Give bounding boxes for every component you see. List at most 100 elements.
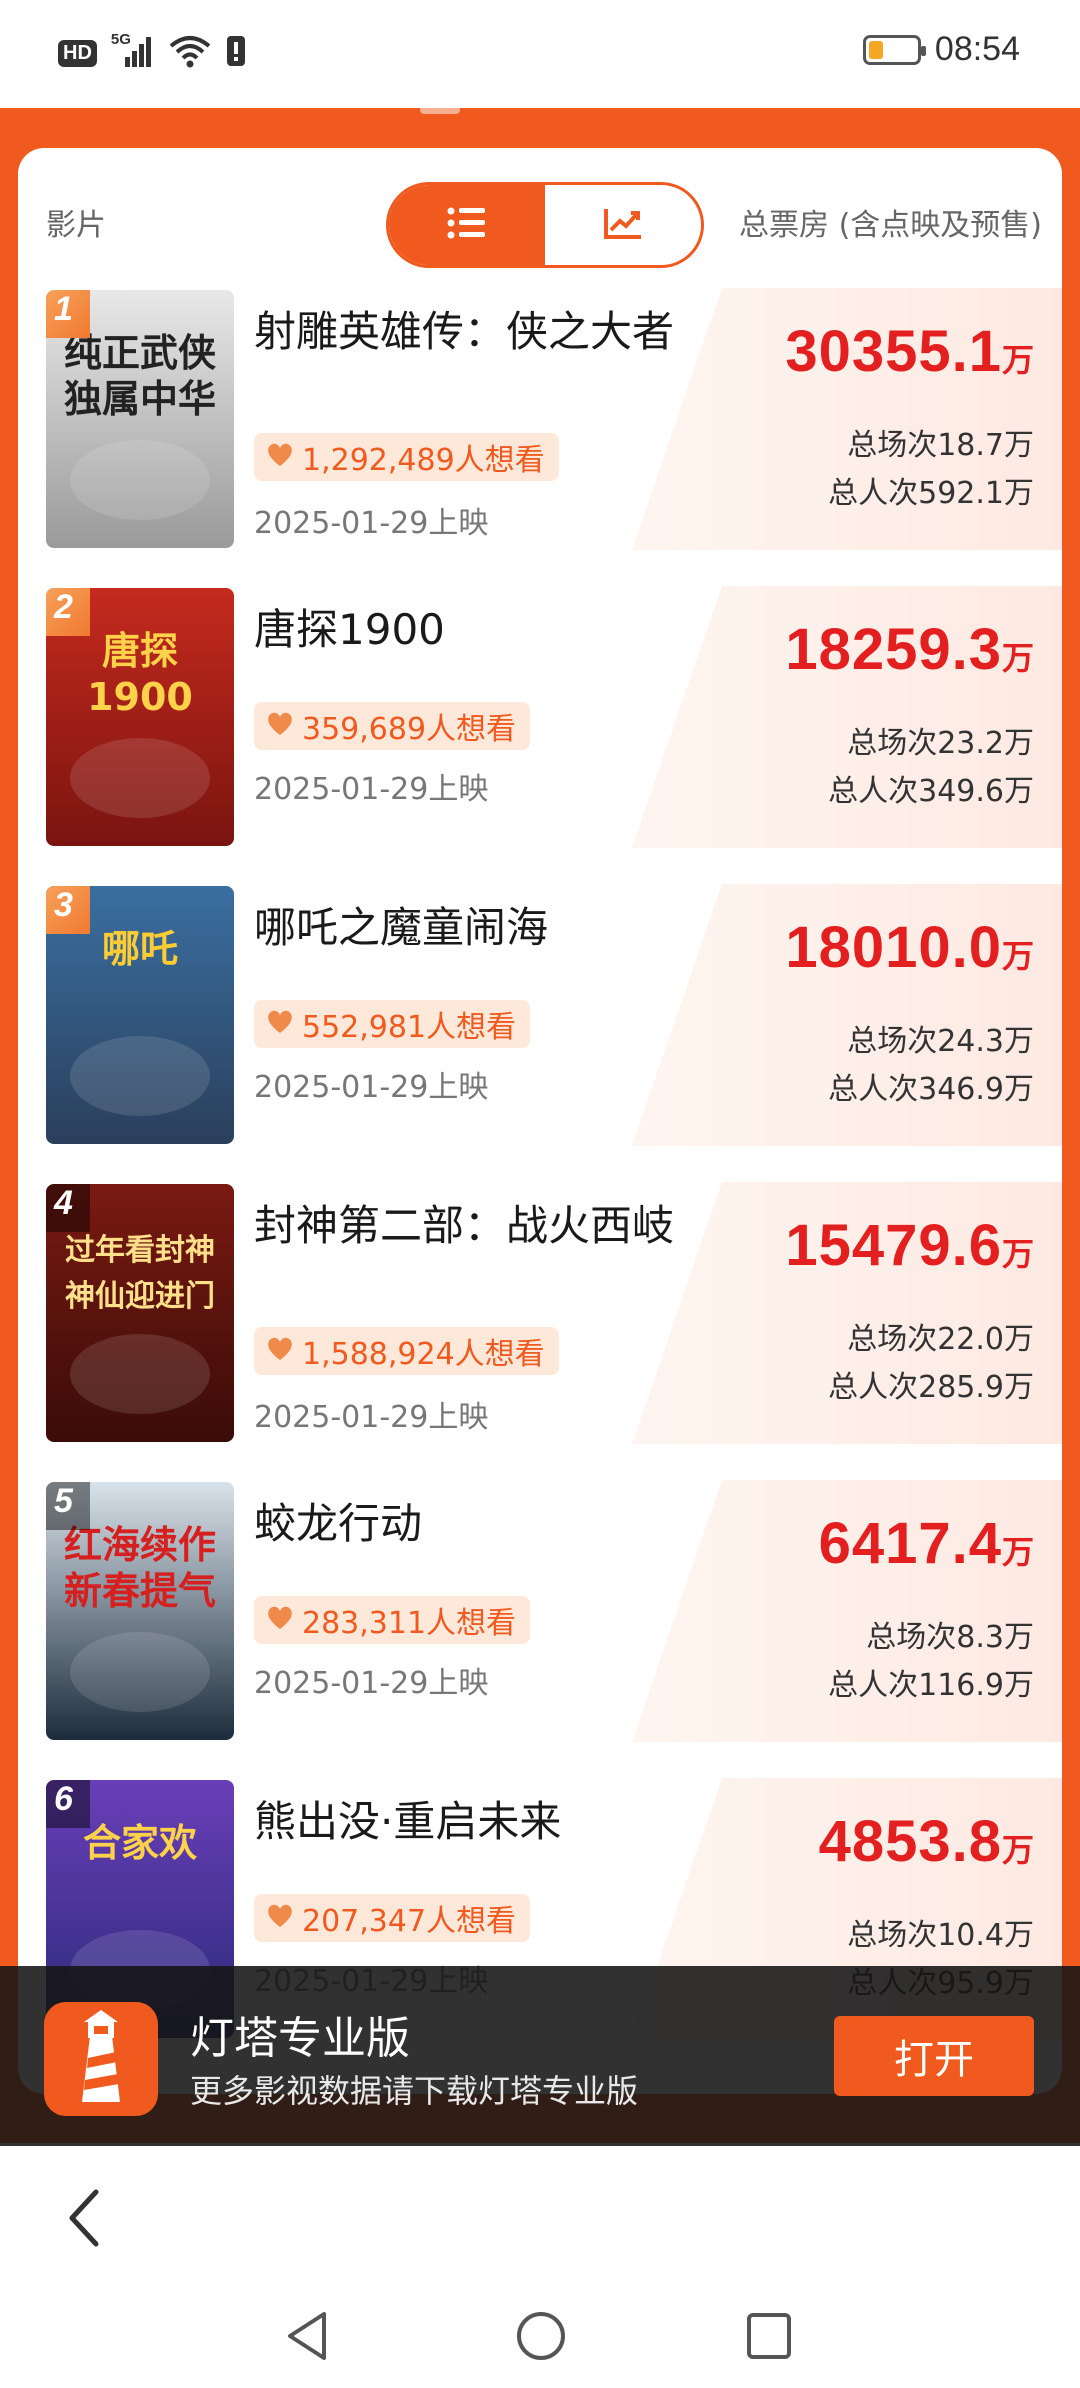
box-office-value: 6417.4: [818, 1511, 1002, 1576]
alert-icon: [225, 34, 247, 72]
banner-title: 灯塔专业版: [190, 2013, 410, 2064]
poster-caption: 1900: [87, 675, 193, 719]
box-office-value: 18259.3: [785, 617, 1002, 682]
box-office-unit: 万: [1001, 1235, 1034, 1273]
movie-poster[interactable]: 纯正武侠 独属中华 1: [46, 290, 234, 548]
status-right: 08:54: [862, 30, 1020, 69]
box-office-value: 15479.6: [785, 1213, 1002, 1278]
poster-caption: 神仙迎进门: [65, 1279, 215, 1314]
battery-level: [868, 40, 883, 59]
box-office-total: 18259.3万: [785, 616, 1034, 683]
movie-title: 唐探1900: [254, 605, 445, 654]
total-viewers: 总人次349.6万: [828, 774, 1034, 809]
box-office-total: 4853.8万: [819, 1808, 1034, 1875]
box-office-value: 18010.0: [785, 915, 1002, 980]
want-to-see-badge: 1,588,924人想看: [254, 1327, 559, 1375]
total-shows: 总场次10.4万: [847, 1918, 1034, 1953]
open-app-button[interactable]: 打开: [834, 2016, 1034, 2096]
total-viewers: 总人次116.9万: [828, 1668, 1034, 1703]
view-toggle[interactable]: [386, 182, 704, 268]
box-office-total: 15479.6万: [785, 1212, 1034, 1279]
want-to-see-count: 1,588,924人想看: [302, 1337, 545, 1372]
hd-icon: HD: [58, 39, 97, 67]
want-to-see-badge: 283,311人想看: [254, 1596, 531, 1644]
total-shows: 总场次18.7万: [847, 428, 1034, 463]
movie-title: 射雕英雄传：侠之大者: [254, 307, 675, 356]
total-shows: 总场次23.2万: [847, 726, 1034, 761]
total-shows: 总场次22.0万: [847, 1322, 1034, 1357]
heart-icon: [266, 1336, 294, 1366]
want-to-see-badge: 359,689人想看: [254, 702, 531, 750]
movie-poster[interactable]: 过年看封神神仙迎进门 4: [46, 1184, 234, 1442]
app-download-banner[interactable]: 灯塔专业版 更多影视数据请下载灯塔专业版 打开: [0, 1966, 1080, 2146]
box-office-value: 30355.1: [785, 319, 1002, 384]
trend-chart-icon: [603, 206, 643, 244]
rank-badge: 3: [46, 886, 90, 934]
film-column-label: 影片: [46, 208, 106, 243]
total-shows: 总场次8.3万: [866, 1620, 1034, 1655]
heart-icon: [266, 1903, 294, 1933]
status-bar: HD 5G 08:54: [0, 0, 1080, 108]
heart-icon: [266, 711, 294, 741]
release-date: 2025-01-29上映: [254, 772, 489, 807]
rank-badge: 1: [46, 290, 90, 338]
rank-badge: 2: [46, 588, 90, 636]
status-icons: HD 5G: [58, 31, 247, 72]
box-office-unit: 万: [1001, 937, 1034, 975]
movie-title: 蛟龙行动: [254, 1499, 423, 1548]
box-office-unit: 万: [1001, 1533, 1034, 1571]
total-viewers: 总人次285.9万: [828, 1370, 1034, 1405]
nav-back-icon[interactable]: [284, 2310, 332, 2366]
release-date: 2025-01-29上映: [254, 1400, 489, 1435]
system-navigation-bar: [0, 2300, 1080, 2388]
box-office-column-label: 总票房 (含点映及预售): [739, 208, 1042, 243]
clock: 08:54: [934, 30, 1020, 68]
want-to-see-badge: 1,292,489人想看: [254, 433, 559, 481]
movie-title: 封神第二部：战火西岐: [254, 1201, 675, 1250]
rank-badge: 6: [46, 1780, 90, 1828]
drag-handle: [420, 108, 460, 114]
back-arrow-icon[interactable]: [64, 2186, 104, 2254]
total-viewers: 总人次592.1万: [828, 476, 1034, 511]
movie-poster[interactable]: 唐探 1900 2: [46, 588, 234, 846]
want-to-see-count: 283,311人想看: [302, 1606, 517, 1641]
bottom-bar: [0, 2146, 1080, 2388]
movie-row[interactable]: 唐探 1900 2 唐探1900 359,689人想看 2025-01-29上映 18259…: [18, 586, 1062, 848]
movie-poster[interactable]: 红海续作 新春提气 5: [46, 1482, 234, 1740]
movie-row[interactable]: 红海续作 新春提气 5 蛟龙行动 283,311人想看 2025-01-29上映 6417.…: [18, 1480, 1062, 1742]
battery-icon: [862, 34, 926, 65]
nav-recents-icon[interactable]: [746, 2310, 792, 2366]
total-shows: 总场次24.3万: [847, 1024, 1034, 1059]
movie-poster[interactable]: 哪吒 3: [46, 886, 234, 1144]
rank-badge: 5: [46, 1482, 90, 1530]
lighthouse-icon: [44, 2002, 158, 2116]
box-office-card: 影片 总票房 (含点映及预售) 纯正武侠 独属中华 1 射雕英雄传：侠之大者 1,292…: [18, 148, 1062, 2094]
poster-caption: 独属中华: [64, 377, 216, 421]
movie-row[interactable]: 纯正武侠 独属中华 1 射雕英雄传：侠之大者 1,292,489人想看 2025-01-2…: [18, 288, 1062, 550]
movie-row[interactable]: 过年看封神神仙迎进门 4 封神第二部：战火西岐 1,588,924人想看 2025-01…: [18, 1182, 1062, 1444]
poster-caption: 合家欢: [83, 1821, 197, 1865]
want-to-see-count: 1,292,489人想看: [302, 443, 545, 478]
rank-badge: 4: [46, 1184, 90, 1232]
heart-icon: [266, 1605, 294, 1635]
box-office-unit: 万: [1001, 341, 1034, 379]
total-viewers: 总人次346.9万: [828, 1072, 1034, 1107]
movie-row[interactable]: 哪吒 3 哪吒之魔童闹海 552,981人想看 2025-01-29上映 18010.0万…: [18, 884, 1062, 1146]
box-office-unit: 万: [1001, 639, 1034, 677]
list-view-button[interactable]: [389, 185, 545, 265]
poster-caption: 唐探: [102, 629, 178, 673]
release-date: 2025-01-29上映: [254, 1666, 489, 1701]
want-to-see-count: 552,981人想看: [302, 1010, 517, 1045]
column-header: 影片 总票房 (含点映及预售): [18, 148, 1062, 288]
movie-title: 熊出没·重启未来: [254, 1797, 562, 1846]
box-office-value: 4853.8: [818, 1809, 1002, 1874]
box-office-total: 6417.4万: [819, 1510, 1034, 1577]
nav-home-icon[interactable]: [515, 2310, 567, 2366]
release-date: 2025-01-29上映: [254, 1070, 489, 1105]
list-icon: [447, 206, 487, 244]
chart-view-button[interactable]: [545, 185, 701, 265]
want-to-see-count: 207,347人想看: [302, 1904, 517, 1939]
box-office-total: 30355.1万: [785, 318, 1034, 385]
poster-caption: 过年看封神: [65, 1233, 215, 1268]
wifi-icon: [169, 34, 211, 72]
